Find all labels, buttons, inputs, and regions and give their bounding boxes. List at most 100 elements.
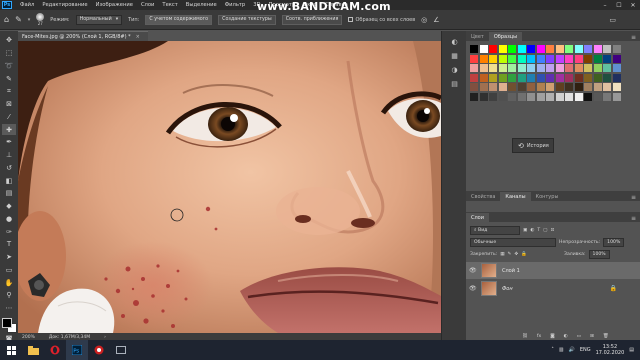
- language-indicator[interactable]: ENG: [580, 347, 591, 353]
- move-tool-icon[interactable]: ✥: [2, 35, 16, 46]
- color-swatch[interactable]: [603, 83, 611, 91]
- filter-shape-icon[interactable]: ▢: [543, 228, 547, 233]
- color-swatch[interactable]: [498, 64, 507, 72]
- menu-text[interactable]: Текст: [158, 2, 181, 8]
- network-icon[interactable]: ▥: [559, 347, 564, 353]
- color-swatch[interactable]: [565, 54, 573, 63]
- color-swatch[interactable]: [479, 83, 488, 91]
- color-swatch[interactable]: [555, 92, 564, 101]
- lasso-tool-icon[interactable]: ➰: [2, 61, 16, 72]
- color-swatch[interactable]: [565, 92, 573, 101]
- color-swatch[interactable]: [470, 92, 478, 101]
- color-swatch[interactable]: [489, 45, 497, 53]
- pressure-icon[interactable]: ◎: [421, 16, 427, 24]
- color-swatch[interactable]: [574, 45, 583, 53]
- blur-tool-icon[interactable]: ◆: [2, 201, 16, 212]
- menu-file[interactable]: Файл: [16, 2, 38, 8]
- color-swatch[interactable]: [603, 64, 611, 72]
- angle-icon[interactable]: ∠: [433, 16, 439, 24]
- color-swatch[interactable]: [489, 92, 497, 101]
- color-swatch[interactable]: [574, 64, 583, 72]
- color-swatch[interactable]: [546, 64, 554, 72]
- add-mask-icon[interactable]: ◙: [550, 334, 554, 339]
- path-select-tool-icon[interactable]: ➤: [2, 252, 16, 263]
- color-swatch[interactable]: [565, 45, 573, 53]
- layer-row[interactable]: 👁 Слой 1: [466, 262, 640, 279]
- lock-position-icon[interactable]: ✥: [514, 252, 518, 257]
- menu-layers[interactable]: Слои: [137, 2, 158, 8]
- history-brush-tool-icon[interactable]: ↺: [2, 163, 16, 174]
- color-swatch[interactable]: [584, 45, 592, 53]
- swatches-panel-icon[interactable]: ▦: [450, 51, 459, 60]
- maximize-icon[interactable]: ☐: [612, 0, 626, 10]
- history-panel-button[interactable]: ⟲ История: [512, 138, 554, 153]
- color-swatch[interactable]: [584, 64, 592, 72]
- fx-icon[interactable]: fx: [537, 334, 541, 339]
- zoom-level[interactable]: 200%: [22, 335, 35, 340]
- filter-type-icon[interactable]: T: [537, 228, 540, 233]
- color-swatch[interactable]: [536, 54, 545, 63]
- color-swatch[interactable]: [508, 45, 516, 53]
- color-swatch[interactable]: [517, 92, 526, 101]
- opera-browser-icon[interactable]: [44, 340, 66, 360]
- status-arrow-icon[interactable]: ›: [104, 335, 106, 340]
- dodge-tool-icon[interactable]: ●: [2, 214, 16, 225]
- color-swatch[interactable]: [508, 92, 516, 101]
- delete-layer-icon[interactable]: 🗑: [603, 334, 609, 339]
- color-swatch[interactable]: [555, 54, 564, 63]
- panel-menu-icon[interactable]: ≡: [631, 194, 640, 201]
- color-swatch[interactable]: [593, 64, 602, 72]
- hand-tool-icon[interactable]: ✋: [2, 277, 16, 288]
- color-swatch[interactable]: [593, 73, 602, 82]
- color-swatch[interactable]: [546, 45, 554, 53]
- color-swatch[interactable]: [546, 73, 554, 82]
- color-swatch[interactable]: [508, 73, 516, 82]
- menu-edit[interactable]: Редактирование: [38, 2, 91, 8]
- proximity-match-button[interactable]: Соотв. приближения: [281, 14, 343, 25]
- color-swatch[interactable]: [517, 73, 526, 82]
- crop-tool-icon[interactable]: ⌗: [2, 86, 16, 97]
- menu-image[interactable]: Изображение: [92, 2, 137, 8]
- menu-filter[interactable]: Фильтр: [221, 2, 250, 8]
- opacity-input[interactable]: 100%: [603, 237, 625, 247]
- color-panel-icon[interactable]: ◐: [450, 37, 459, 46]
- blend-mode-select[interactable]: Обычные: [470, 237, 556, 247]
- color-swatch[interactable]: [612, 92, 621, 101]
- color-swatch[interactable]: [470, 83, 478, 91]
- color-swatch[interactable]: [498, 54, 507, 63]
- color-swatch[interactable]: [489, 83, 497, 91]
- close-icon[interactable]: ✕: [626, 0, 640, 10]
- color-swatch[interactable]: [489, 54, 497, 63]
- workspace-icon[interactable]: ▭: [609, 16, 616, 24]
- tab-color[interactable]: Цвет: [466, 32, 489, 41]
- color-swatch[interactable]: [527, 83, 535, 91]
- filter-adjust-icon[interactable]: ◐: [530, 228, 534, 233]
- quick-select-tool-icon[interactable]: ✎: [2, 73, 16, 84]
- color-swatch[interactable]: [479, 64, 488, 72]
- mode-select[interactable]: Нормальный ▾: [75, 14, 123, 25]
- clock[interactable]: 13:52 17.02.2020: [596, 344, 625, 356]
- zoom-tool-icon[interactable]: ⚲: [2, 290, 16, 301]
- spot-healing-tool-icon[interactable]: ✚: [2, 124, 16, 135]
- libraries-panel-icon[interactable]: ▤: [450, 79, 459, 88]
- color-swatch[interactable]: [498, 73, 507, 82]
- more-tools-icon[interactable]: ⋯: [2, 303, 16, 314]
- color-swatch[interactable]: [536, 64, 545, 72]
- notifications-icon[interactable]: ▤: [629, 347, 634, 353]
- color-swatch[interactable]: [470, 54, 478, 63]
- color-swatch[interactable]: [508, 54, 516, 63]
- color-swatch[interactable]: [612, 45, 621, 53]
- color-swatch[interactable]: [593, 45, 602, 53]
- color-swatch[interactable]: [489, 64, 497, 72]
- color-swatch[interactable]: [546, 92, 554, 101]
- color-swatch[interactable]: [612, 83, 621, 91]
- color-swatch[interactable]: [603, 54, 611, 63]
- app-window-icon[interactable]: [110, 340, 132, 360]
- tab-channels[interactable]: Каналы: [500, 192, 531, 201]
- color-swatch[interactable]: [508, 83, 516, 91]
- color-swatch[interactable]: [536, 83, 545, 91]
- color-swatch[interactable]: [584, 54, 592, 63]
- pen-tool-icon[interactable]: ✑: [2, 226, 16, 237]
- fill-input[interactable]: 100%: [588, 249, 610, 259]
- color-swatch[interactable]: [584, 83, 592, 91]
